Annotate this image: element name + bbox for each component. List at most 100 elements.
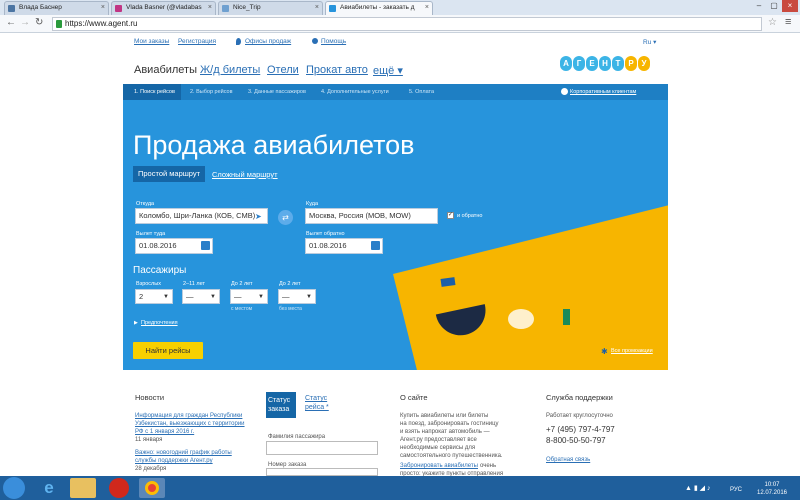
- my-orders-link[interactable]: Мои заказы: [134, 38, 169, 45]
- from-label: Откуда: [136, 201, 155, 207]
- from-input[interactable]: Коломбо, Шри-Ланка (КОБ, CMB): [135, 208, 268, 224]
- locate-arrow-icon[interactable]: ➤: [255, 212, 262, 221]
- corporate-link[interactable]: Корпоративным клиентам: [570, 89, 636, 95]
- roundtrip-label: и обратно: [457, 213, 483, 219]
- to-label: Куда: [306, 201, 319, 207]
- register-link[interactable]: Регистрация: [178, 38, 216, 45]
- hat-illustration: [508, 309, 534, 329]
- browser-tab-active[interactable]: Авиабилеты - заказать д ×: [325, 1, 433, 15]
- support-title: Служба поддержки: [546, 393, 613, 402]
- cactus-illustration: [563, 309, 570, 325]
- nav-more[interactable]: ещё ▾: [373, 64, 403, 77]
- order-number-input[interactable]: [266, 468, 378, 476]
- start-button-icon[interactable]: [3, 477, 25, 499]
- browser-tab[interactable]: Vlada Basner (@vladabas ×: [111, 1, 216, 15]
- step-select: 2. Выбор рейсов: [190, 89, 233, 95]
- minimize-icon[interactable]: –: [752, 0, 766, 12]
- nav-hotels[interactable]: Отели: [267, 64, 299, 76]
- language-select[interactable]: Ru ▾: [643, 38, 656, 46]
- about-text: на поезд, забронировать гостиницу: [400, 421, 499, 427]
- support-hours: Работает круглосуточно: [546, 413, 613, 419]
- news-date: 11 января: [135, 437, 163, 443]
- step-passengers: 3. Данные пассажиров: [248, 89, 306, 95]
- close-tab-icon[interactable]: ×: [315, 2, 319, 14]
- news-link[interactable]: Важно: новогодний график работы службы п…: [135, 449, 245, 465]
- calendar-icon[interactable]: [371, 241, 380, 250]
- all-promos-link[interactable]: Все промоакции: [611, 348, 653, 354]
- browser-tab[interactable]: Nice_Trip ×: [218, 1, 323, 15]
- back-icon[interactable]: ←: [6, 17, 16, 28]
- tab-flight-status[interactable]: Статус рейса *: [305, 394, 329, 412]
- page-title: Продажа авиабилетов: [133, 130, 415, 160]
- about-text: Агент.ру предоставляет все: [400, 437, 477, 443]
- news-date: 28 декабря: [135, 466, 167, 472]
- preferences-link[interactable]: Предпочтения: [141, 320, 178, 326]
- surname-input[interactable]: [266, 441, 378, 455]
- menu-icon[interactable]: ≡: [785, 16, 791, 28]
- ie-icon[interactable]: e: [36, 478, 62, 498]
- infants-noseat-select[interactable]: — ▼: [278, 289, 316, 304]
- keyboard-language[interactable]: РУС: [730, 486, 742, 494]
- infants-seat-label: До 2 лет: [231, 281, 253, 287]
- page-icon: [222, 5, 229, 12]
- address-bar[interactable]: https://www.agent.ru: [52, 17, 762, 31]
- agent-favicon-icon: [329, 5, 336, 12]
- about-text: Купить авиабилеты или билеты: [400, 413, 489, 419]
- find-flights-button[interactable]: Найти рейсы: [133, 342, 203, 359]
- tab-order-status[interactable]: Статус заказа: [266, 392, 296, 418]
- about-more-text: очень: [480, 463, 497, 469]
- help-icon: [312, 38, 318, 44]
- search-panel: 1. Поиск рейсов 2. Выбор рейсов 3. Данны…: [123, 84, 668, 370]
- agent-logo[interactable]: АГЕНТРУ: [560, 56, 650, 71]
- maximize-icon[interactable]: ▢: [767, 0, 781, 12]
- nav-cars[interactable]: Прокат авто: [306, 64, 368, 76]
- close-tab-icon[interactable]: ×: [425, 2, 429, 14]
- step-search: 1. Поиск рейсов: [123, 84, 181, 100]
- calendar-icon[interactable]: [201, 241, 210, 250]
- to-input[interactable]: Москва, Россия (MOB, MOW): [305, 208, 438, 224]
- clock[interactable]: 10:07 12.07.2016: [752, 481, 792, 497]
- chevron-right-icon: ▶: [134, 320, 138, 326]
- close-window-icon[interactable]: ×: [782, 0, 798, 12]
- infants-seat-select[interactable]: — ▼: [230, 289, 268, 304]
- about-text: и взять напрокат автомобиль —: [400, 429, 490, 435]
- explorer-icon[interactable]: [70, 478, 96, 498]
- star-icon: ✱: [601, 347, 608, 356]
- bookmark-star-icon[interactable]: ☆: [768, 17, 777, 28]
- chevron-down-icon: ▼: [210, 294, 216, 300]
- browser-tab[interactable]: Влада Баснер ×: [4, 1, 109, 15]
- news-link[interactable]: Информация для граждан Республики Узбеки…: [135, 412, 245, 436]
- about-text: необходимые сервисы для: [400, 445, 476, 451]
- forward-icon[interactable]: →: [20, 17, 30, 28]
- chevron-down-icon: ▼: [163, 294, 169, 300]
- feedback-link[interactable]: Обратная связь: [546, 456, 590, 464]
- location-pin-icon: [236, 38, 241, 45]
- surname-label: Фамилия пассажира: [268, 434, 326, 440]
- about-title: О сайте: [400, 393, 428, 402]
- offices-link[interactable]: Офисы продаж: [245, 38, 291, 45]
- close-tab-icon[interactable]: ×: [208, 2, 212, 14]
- adults-select[interactable]: 2 ▼: [135, 289, 173, 304]
- passengers-title: Пассажиры: [133, 265, 187, 276]
- kids-select[interactable]: — ▼: [182, 289, 220, 304]
- nav-avia[interactable]: Авиабилеты: [134, 64, 197, 76]
- chevron-down-icon: ▼: [258, 294, 264, 300]
- roundtrip-checkbox[interactable]: ✓: [447, 212, 454, 219]
- opera-icon[interactable]: [109, 478, 129, 498]
- chrome-icon[interactable]: [139, 478, 165, 498]
- kids-label: 2–11 лет: [183, 281, 205, 287]
- infants-noseat-note: без места: [279, 306, 302, 312]
- vk-icon: [8, 5, 15, 12]
- close-tab-icon[interactable]: ×: [101, 2, 105, 14]
- lock-icon: [56, 20, 62, 28]
- swap-icon[interactable]: ⇄: [278, 210, 293, 225]
- tab-complex-route[interactable]: Сложный маршрут: [212, 170, 278, 179]
- infants-seat-note: с местом: [231, 306, 253, 312]
- book-flights-link[interactable]: Забронировать авиабилеты: [400, 462, 478, 470]
- tray-icons[interactable]: ▲ ▮ ◢ ♪: [685, 485, 711, 493]
- tab-simple-route[interactable]: Простой маршрут: [133, 166, 206, 182]
- help-link[interactable]: Помощь: [321, 38, 346, 45]
- nav-rail[interactable]: Ж/д билеты: [200, 64, 260, 76]
- reload-icon[interactable]: ↻: [35, 17, 43, 28]
- adults-label: Взрослых: [136, 281, 161, 287]
